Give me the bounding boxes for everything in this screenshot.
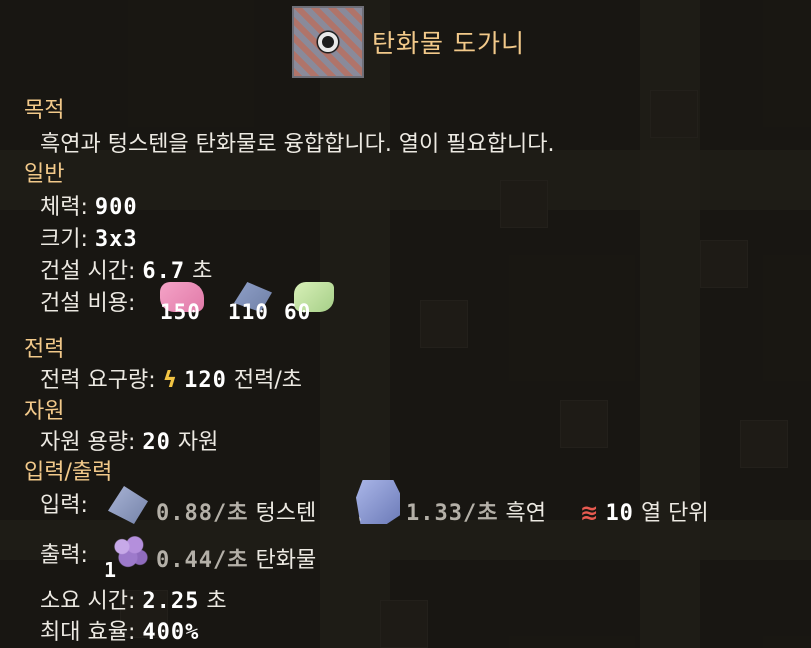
section-resources: 자원 bbox=[24, 399, 65, 424]
power-row: 전력 요구량: ϟ 120 전력/초 bbox=[40, 362, 302, 394]
power-label: 전력 요구량: bbox=[40, 368, 156, 393]
carbide-icon: 1 bbox=[104, 534, 150, 582]
output-1-amount: 1 bbox=[104, 558, 117, 582]
size-row: 크기: 3x3 bbox=[40, 221, 138, 253]
input-2-amount: 3 bbox=[350, 512, 363, 536]
input-1-amount: 2 bbox=[102, 512, 115, 536]
block-info-panel: 탄화물 도가니 목적 흑연과 텅스텐을 탄화물로 융합합니다. 열이 필요합니다… bbox=[0, 0, 811, 648]
heat-value: 10 bbox=[605, 501, 634, 526]
cost-3-value: 60 bbox=[284, 300, 312, 324]
section-power: 전력 bbox=[24, 337, 65, 362]
cost-2-value: 110 bbox=[228, 300, 269, 324]
input-2-text: 1.33/초 흑연 bbox=[406, 495, 546, 527]
build-time-unit: 초 bbox=[192, 259, 213, 284]
input-label: 입력: bbox=[40, 493, 88, 518]
input-row: 입력: bbox=[40, 487, 88, 519]
input-2-name: 흑연 bbox=[505, 501, 546, 526]
build-time-row: 건설 시간: 6.7 초 bbox=[40, 253, 212, 285]
tungsten-icon: 2 bbox=[108, 486, 148, 524]
size-label: 크기: bbox=[40, 227, 88, 252]
input-2-rate: 1.33/초 bbox=[406, 501, 499, 526]
size-value: 3x3 bbox=[94, 227, 138, 252]
purpose-text: 흑연과 텅스텐을 탄화물로 융합합니다. 열이 필요합니다. bbox=[40, 132, 555, 157]
build-time-label: 건설 시간: bbox=[40, 259, 136, 284]
efficiency-value: 400% bbox=[142, 620, 200, 645]
resource-value: 20 bbox=[142, 430, 171, 455]
build-time-value: 6.7 bbox=[142, 259, 186, 284]
output-1-name: 탄화물 bbox=[255, 548, 317, 573]
section-purpose: 목적 bbox=[24, 98, 65, 123]
health-value: 900 bbox=[94, 195, 138, 220]
craft-time-row: 소요 시간: 2.25 초 bbox=[40, 583, 227, 615]
cost-1-value: 150 bbox=[160, 300, 201, 324]
section-general: 일반 bbox=[24, 162, 65, 187]
block-title: 탄화물 도가니 bbox=[372, 29, 525, 58]
carbide-crucible-icon bbox=[292, 6, 364, 78]
craft-time-value: 2.25 bbox=[142, 589, 200, 614]
output-row: 출력: bbox=[40, 537, 88, 569]
title-row: 탄화물 도가니 bbox=[292, 6, 525, 78]
input-1-name: 텅스텐 bbox=[255, 501, 317, 526]
resource-unit: 자원 bbox=[177, 430, 219, 455]
health-label: 체력: bbox=[40, 195, 88, 220]
power-value: 120 bbox=[184, 368, 227, 393]
heat-icon: ≋ bbox=[580, 501, 599, 526]
output-label: 출력: bbox=[40, 543, 88, 568]
build-cost-row: 건설 비용: bbox=[40, 285, 135, 317]
output-1-rate: 0.44/초 bbox=[156, 548, 249, 573]
heat-unit: 열 단위 bbox=[640, 501, 709, 526]
graphite-icon: 3 bbox=[356, 480, 400, 524]
section-io: 입력/출력 bbox=[24, 460, 113, 485]
craft-time-unit: 초 bbox=[206, 589, 227, 614]
output-1-text: 0.44/초 탄화물 bbox=[156, 542, 316, 574]
health-row: 체력: 900 bbox=[40, 189, 138, 221]
heat-requirement: ≋ 10 열 단위 bbox=[580, 495, 709, 527]
input-1-text: 0.88/초 텅스텐 bbox=[156, 495, 316, 527]
efficiency-row: 최대 효율: 400% bbox=[40, 614, 199, 646]
lightning-icon: ϟ bbox=[162, 368, 178, 393]
build-cost-label: 건설 비용: bbox=[40, 291, 136, 316]
resource-label: 자원 용량: bbox=[40, 430, 136, 455]
resource-row: 자원 용량: 20 자원 bbox=[40, 424, 218, 456]
input-1-rate: 0.88/초 bbox=[156, 501, 249, 526]
power-unit: 전력/초 bbox=[233, 368, 303, 393]
craft-time-label: 소요 시간: bbox=[40, 589, 136, 614]
efficiency-label: 최대 효율: bbox=[40, 620, 136, 645]
